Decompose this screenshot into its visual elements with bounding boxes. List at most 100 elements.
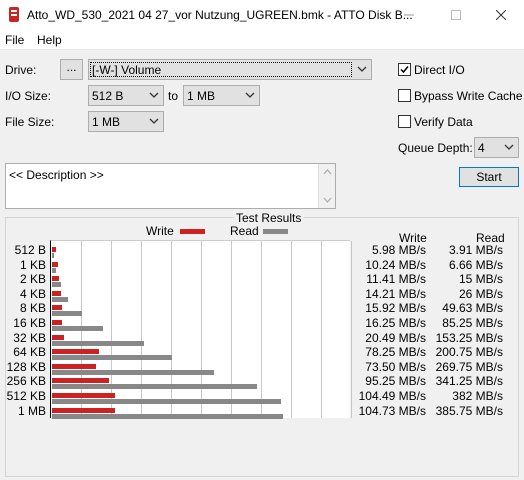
io-size-to-select[interactable]: 1 MB: [183, 85, 260, 106]
read-value: 269.75 MB/s: [435, 359, 503, 374]
read-bar: [52, 369, 214, 375]
read-value: 26 MB/s: [458, 286, 503, 301]
read-value: 85.25 MB/s: [442, 316, 503, 330]
scroll-down-icon: [323, 197, 332, 203]
start-button[interactable]: Start: [459, 167, 519, 187]
file-size-label: File Size:: [5, 115, 55, 129]
description-textarea[interactable]: << Description >>: [5, 163, 336, 209]
chevron-down-icon: [149, 118, 159, 124]
chart-category-label: 512 B: [14, 243, 46, 257]
drive-label: Drive:: [5, 63, 37, 77]
chevron-down-icon: [245, 92, 255, 98]
title-bar: Atto_WD_530_2021 04 27_vor Nutzung_UGREE…: [0, 0, 524, 30]
atto-app-icon: [9, 7, 19, 22]
read-bar: [52, 311, 82, 317]
chart-category-label: 128 KB: [6, 359, 46, 374]
checkmark-icon: [400, 66, 409, 74]
io-size-label: I/O Size:: [5, 89, 52, 103]
menu-file[interactable]: File: [5, 33, 24, 47]
file-size-value: 1 MB: [92, 115, 121, 129]
write-bar: [52, 305, 62, 311]
read-bar: [52, 340, 144, 346]
write-value: 78.25 MB/s: [365, 345, 426, 360]
chart-category-label: 16 KB: [13, 316, 46, 330]
queue-depth-value: 4: [478, 141, 485, 155]
file-size-select[interactable]: 1 MB: [88, 111, 164, 132]
legend-read-swatch: [263, 229, 288, 234]
chart-gridline: [291, 241, 292, 418]
write-value: 73.50 MB/s: [365, 359, 426, 374]
write-bar: [52, 261, 59, 267]
chart-gridline: [351, 241, 352, 418]
write-bar: [52, 349, 99, 355]
chart-category-label: 512 KB: [6, 389, 46, 403]
drive-value: [-W-] Volume: [90, 62, 352, 77]
write-bar: [52, 276, 59, 282]
write-value: 11.41 MB/s: [366, 272, 426, 287]
chart-category-label: 32 KB: [13, 330, 46, 345]
read-bar: [52, 282, 61, 288]
verify-data-label[interactable]: Verify Data: [414, 115, 473, 129]
browse-button[interactable]: ...: [60, 59, 83, 80]
chevron-down-icon: [357, 66, 367, 72]
write-value: 5.98 MB/s: [371, 243, 426, 257]
close-button[interactable]: [478, 0, 524, 30]
legend-write-swatch: [180, 229, 205, 234]
io-size-to-value: 1 MB: [187, 89, 216, 103]
read-bar: [52, 326, 104, 331]
description-text: << Description >>: [9, 168, 104, 182]
maximize-button[interactable]: [433, 0, 479, 30]
menu-help[interactable]: Help: [37, 33, 62, 47]
read-bar: [52, 413, 284, 419]
write-value: 16.25 MB/s: [365, 316, 426, 330]
write-value: 10.24 MB/s: [365, 257, 426, 272]
chart-category-label: 64 KB: [13, 345, 46, 360]
read-bar: [52, 355, 173, 361]
bypass-write-cache-label[interactable]: Bypass Write Cache: [414, 89, 523, 103]
verify-data-checkbox[interactable]: [398, 115, 411, 128]
read-bar: [52, 399, 282, 404]
minimize-button[interactable]: [386, 0, 432, 30]
chart-gridline: [261, 241, 262, 418]
read-value: 200.75 MB/s: [435, 345, 503, 360]
close-icon: [496, 10, 506, 20]
io-to-label: to: [168, 89, 179, 103]
write-value: 14.21 MB/s: [365, 286, 426, 301]
read-value: 153.25 MB/s: [435, 330, 503, 345]
read-bar: [52, 267, 56, 273]
write-bar: [52, 378, 110, 384]
direct-io-checkbox[interactable]: [398, 63, 411, 76]
write-value: 20.49 MB/s: [365, 330, 426, 345]
write-bar: [52, 320, 62, 325]
chart-category-label: 256 KB: [6, 374, 46, 389]
bypass-write-cache-checkbox[interactable]: [398, 89, 411, 102]
results-title: Test Results: [234, 211, 304, 225]
start-button-label: Start: [476, 170, 502, 184]
read-value: 49.63 MB/s: [442, 301, 503, 316]
chart-gridline: [111, 241, 112, 418]
write-value: 15.92 MB/s: [365, 301, 426, 316]
chart-category-label: 8 KB: [19, 301, 46, 316]
chart-gridline: [201, 241, 202, 418]
legend-read-label: Read: [230, 224, 259, 238]
browse-button-label: ...: [66, 60, 77, 74]
read-value: 15 MB/s: [458, 272, 503, 287]
chart-category-label: 2 KB: [19, 272, 46, 287]
chart-gridline: [321, 241, 322, 418]
drive-select[interactable]: [-W-] Volume: [88, 59, 372, 80]
results-chart: [50, 240, 352, 419]
read-bar: [52, 253, 55, 258]
scroll-up-icon: [323, 169, 332, 175]
write-bar: [52, 407, 115, 413]
write-bar: [52, 334, 65, 340]
read-value: 6.66 MB/s: [448, 257, 503, 272]
direct-io-label[interactable]: Direct I/O: [414, 63, 465, 77]
chart-gridline: [171, 241, 172, 418]
read-value: 382 MB/s: [452, 389, 503, 403]
minimize-icon: [404, 14, 414, 16]
queue-depth-select[interactable]: 4: [474, 137, 519, 158]
queue-depth-label: Queue Depth:: [398, 141, 473, 155]
io-size-from-select[interactable]: 512 B: [88, 85, 164, 106]
read-value: 341.25 MB/s: [435, 374, 503, 389]
description-scrollbar[interactable]: [318, 164, 335, 208]
